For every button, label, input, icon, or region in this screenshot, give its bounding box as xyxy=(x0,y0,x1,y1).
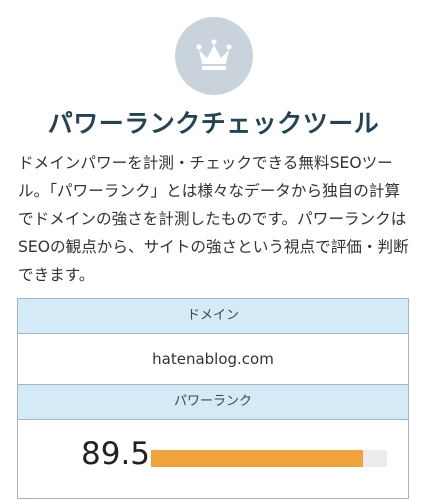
rank-value: 89.5 xyxy=(81,436,151,472)
page-title: パワーランクチェックツール xyxy=(47,109,380,138)
rank-row: 89.5 xyxy=(18,420,408,498)
crown-badge xyxy=(175,17,253,95)
result-table: ドメイン hatenablog.com パワーランク 89.5 xyxy=(17,298,409,499)
rank-header: パワーランク xyxy=(18,385,408,420)
domain-header: ドメイン xyxy=(18,299,408,334)
rank-bar-fill xyxy=(151,450,364,467)
rank-bar-track xyxy=(151,450,387,467)
domain-value: hatenablog.com xyxy=(18,334,408,385)
crown-icon xyxy=(196,39,232,70)
power-rank-page: パワーランクチェックツール ドメインパワーを計測・チェックできる無料SEOツール… xyxy=(0,0,427,500)
tool-description: ドメインパワーを計測・チェックできる無料SEOツール。「パワーランク」とは様々な… xyxy=(18,154,409,284)
